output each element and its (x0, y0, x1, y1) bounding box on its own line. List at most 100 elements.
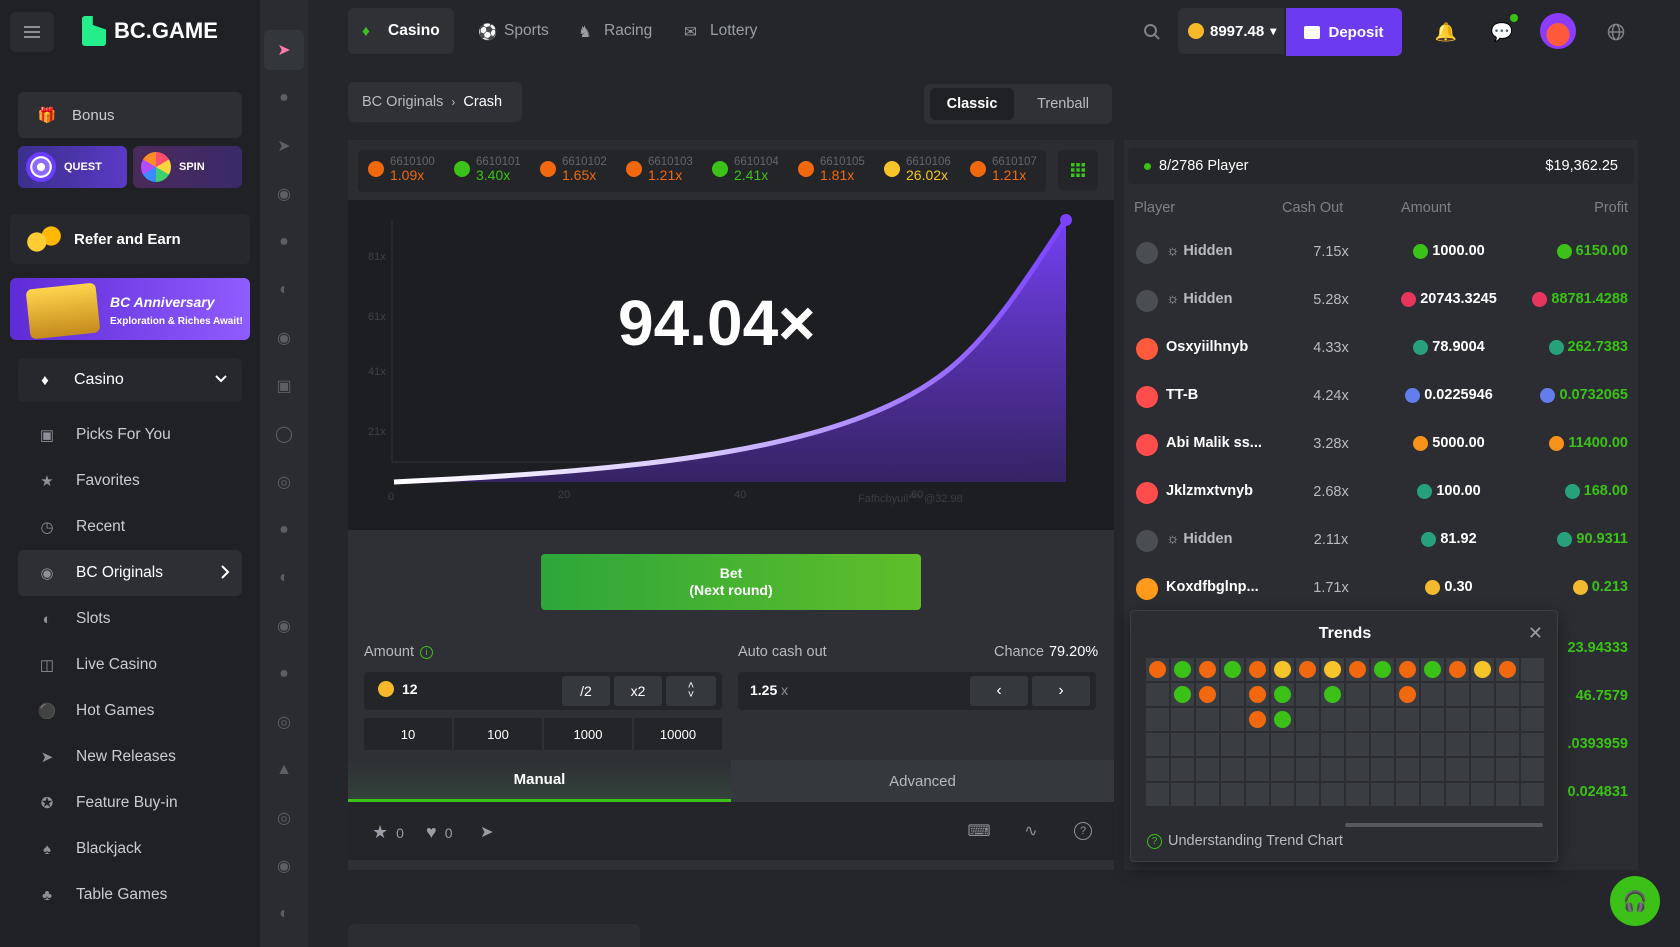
sidebar-item-recent[interactable]: ◷ Recent (18, 504, 242, 550)
tab-lottery[interactable]: ✉ Lottery (670, 8, 771, 54)
info-icon[interactable]: i (419, 645, 433, 659)
decrease-cashout-button[interactable]: ‹ (970, 676, 1028, 706)
fire-icon[interactable]: ● (264, 510, 304, 550)
history-item[interactable]: 6610103 1.21x (626, 156, 693, 183)
increase-cashout-button[interactable]: › (1032, 676, 1090, 706)
sidebar-item-feature-buy-in[interactable]: ✪ Feature Buy-in (18, 780, 242, 826)
sidebar-item-new-releases[interactable]: ➤ New Releases (18, 734, 242, 780)
spaceship-icon[interactable]: ◉ (264, 846, 304, 886)
history-item[interactable]: 6610100 1.09x (368, 156, 435, 183)
quick-amount-10[interactable]: 10 (364, 718, 452, 750)
share-button[interactable]: ➤ (480, 822, 493, 842)
amount-input[interactable]: 12 /2 x2 ˄ ˅ (364, 672, 722, 710)
history-item[interactable]: 6610104 2.41x (712, 156, 779, 183)
table-row[interactable]: Koxdfbglnp... 1.71x 0.30 0.213 (1124, 564, 1638, 612)
help-icon[interactable]: ? (1072, 820, 1094, 842)
settings-icon[interactable]: ◎ (264, 798, 304, 838)
search-icon[interactable] (1140, 20, 1164, 44)
trend-help-link[interactable]: ? Understanding Trend Chart (1147, 833, 1343, 849)
table-row[interactable]: ☼ Hidden 2.11x 81.92 90.9311 (1124, 516, 1638, 564)
sidebar-item-live-casino[interactable]: ◫ Live Casino (18, 642, 242, 688)
like-count[interactable]: ♥ 0 (426, 822, 452, 843)
bet-button[interactable]: Bet (Next round) (541, 554, 921, 610)
history-item[interactable]: 6610101 3.40x (454, 156, 521, 183)
anniversary-banner[interactable]: BC Anniversary Exploration & Riches Awai… (10, 278, 250, 340)
tab-manual[interactable]: Manual (348, 760, 731, 802)
refer-label: Refer and Earn (74, 230, 181, 248)
quick-amount-1000[interactable]: 1000 (544, 718, 632, 750)
player-name-text: Hidden (1183, 243, 1233, 259)
spin-button[interactable]: SPIN (133, 146, 242, 188)
sidebar-item-hot-games[interactable]: ⚫ Hot Games (18, 688, 242, 734)
table-row[interactable]: Osxyiilhnyb 4.33x 78.9004 262.7383 (1124, 324, 1638, 372)
reward-icon[interactable]: ◐ (264, 894, 304, 934)
refer-and-earn-button[interactable]: Refer and Earn (10, 214, 250, 264)
trend-cell (1470, 657, 1495, 682)
ship-icon[interactable]: ▲ (264, 750, 304, 790)
balance-selector[interactable]: 8997.48 ▾ (1178, 8, 1284, 54)
table-row[interactable]: Jklzmxtvnyb 2.68x 100.00 168.00 (1124, 468, 1638, 516)
tab-casino[interactable]: ♦ Casino (348, 8, 454, 54)
history-grid-button[interactable] (1058, 150, 1098, 190)
menu-toggle-button[interactable] (10, 12, 54, 52)
deposit-button[interactable]: Deposit (1286, 8, 1402, 56)
horse-icon[interactable]: ◐ (264, 558, 304, 598)
dice-icon[interactable]: ◉ (264, 174, 304, 214)
support-headset-button[interactable]: 🎧 (1610, 876, 1660, 926)
sidebar-item-bc-originals[interactable]: ◉ BC Originals (18, 550, 242, 596)
table-row[interactable]: ☼ Hidden 7.15x 1000.00 6150.00 (1124, 228, 1638, 276)
tab-advanced[interactable]: Advanced (731, 760, 1114, 802)
sidebar-item-blackjack[interactable]: ♠ Blackjack (18, 826, 242, 872)
target-icon[interactable]: ◎ (264, 462, 304, 502)
trophy-icon[interactable]: ◎ (264, 702, 304, 742)
sidebar-item-favorites[interactable]: ★ Favorites (18, 458, 242, 504)
close-icon[interactable]: ✕ (1528, 623, 1543, 644)
history-item[interactable]: 6610107 1.21x (970, 156, 1037, 183)
chat-icon[interactable]: 💬 (1490, 14, 1518, 44)
crash-icon[interactable]: ➤ (264, 30, 304, 70)
table-row[interactable]: ☼ Hidden 5.28x 20743.3245 88781.4288 (1124, 276, 1638, 324)
bet-amount: 5000.00 (1374, 435, 1524, 451)
lock-icon[interactable]: ● (264, 654, 304, 694)
half-amount-button[interactable]: /2 (562, 676, 610, 706)
slots-icon[interactable]: ◐ (264, 270, 304, 310)
keyboard-icon[interactable]: ⌨ (967, 820, 990, 842)
sidebar-item-slots[interactable]: ◐ Slots (18, 596, 242, 642)
sidebar-item-table-games[interactable]: ♣ Table Games (18, 872, 242, 918)
trenball-mode-button[interactable]: Trenball (1020, 88, 1106, 120)
history-item[interactable]: 6610102 1.65x (540, 156, 607, 183)
globe-icon[interactable] (1604, 20, 1628, 44)
table-row[interactable]: Abi Malik ss... 3.28x 5000.00 11400.00 (1124, 420, 1638, 468)
quest-button[interactable]: QUEST (18, 146, 127, 188)
table-row[interactable]: TT-B 4.24x 0.0225946 0.0732065 (1124, 372, 1638, 420)
classic-mode-button[interactable]: Classic (930, 88, 1014, 120)
wheel-icon[interactable]: ◉ (264, 318, 304, 358)
history-item[interactable]: 6610105 1.81x (798, 156, 865, 183)
box-icon[interactable]: ▣ (264, 366, 304, 406)
coinflip-icon[interactable]: ● (264, 78, 304, 118)
trend-scrollbar[interactable] (1345, 823, 1543, 827)
brand-logo[interactable]: BC.GAME (82, 16, 218, 46)
bonus-button[interactable]: 🎁 Bonus (18, 92, 242, 138)
double-amount-button[interactable]: x2 (614, 676, 662, 706)
sidebar-item-picks-for-you[interactable]: ▣ Picks For You (18, 412, 242, 458)
stats-icon[interactable]: ∿ (1020, 820, 1042, 842)
favorite-count[interactable]: ★ 0 (372, 822, 404, 843)
user-avatar[interactable] (1540, 13, 1576, 49)
tab-racing[interactable]: ♞ Racing (564, 8, 666, 54)
auto-cashout-input[interactable]: 1.25 x ‹ › (738, 672, 1096, 710)
casino-section-toggle[interactable]: ♦ Casino (18, 358, 242, 402)
amount-stepper[interactable]: ˄ ˅ (666, 676, 716, 706)
clock-icon[interactable]: ◯ (264, 414, 304, 454)
breadcrumb-parent[interactable]: BC Originals (362, 94, 443, 110)
rocket-icon[interactable]: ➤ (264, 126, 304, 166)
history-item[interactable]: 6610106 26.02x (884, 156, 951, 183)
quick-amount-10000[interactable]: 10000 (634, 718, 722, 750)
tab-sports[interactable]: ⚽ Sports (464, 8, 563, 54)
chip-icon[interactable]: ◉ (264, 606, 304, 646)
quick-amount-100[interactable]: 100 (454, 718, 542, 750)
bottom-tabs[interactable] (348, 924, 640, 947)
mines-icon[interactable]: ● (264, 222, 304, 262)
headset-icon: 🎧 (1622, 890, 1648, 913)
bell-icon[interactable]: 🔔 (1434, 20, 1458, 44)
